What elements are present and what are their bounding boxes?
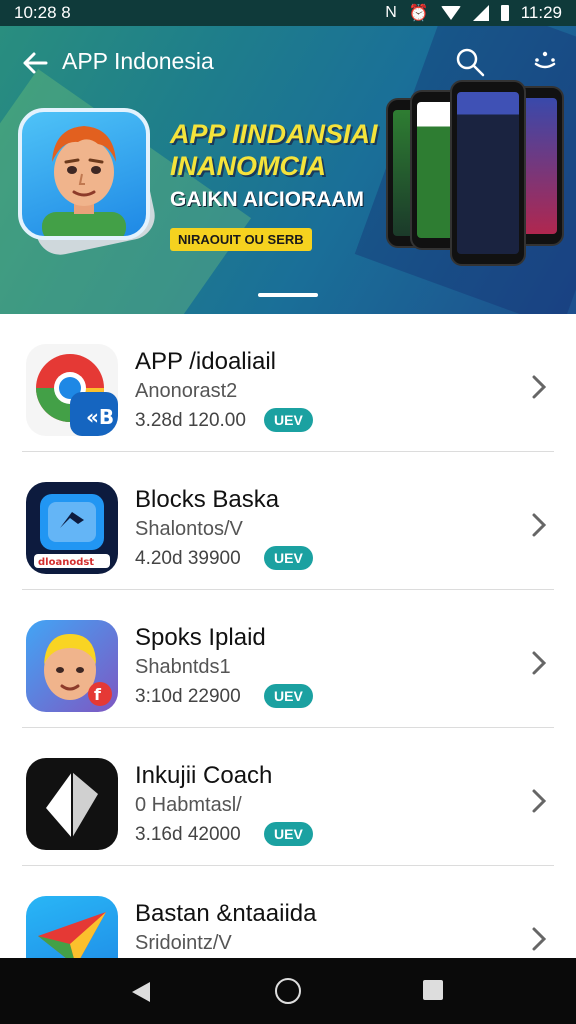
- app-subtitle: Shabntds1: [135, 656, 231, 678]
- app-list: «B APP /idoaliail Anonorast2 3.28d 120.0…: [0, 314, 576, 958]
- chevron-right-icon: [532, 789, 547, 813]
- chevron-right-icon: [532, 513, 547, 537]
- banner-text: APP IINDANSIAI INANOMCIA GAIKN AICIORAAM…: [170, 118, 378, 251]
- nav-home-icon[interactable]: [275, 978, 301, 1004]
- banner-badge: NIRAOUIT OU SERB: [170, 228, 312, 251]
- chrome-like-icon: «B: [26, 344, 118, 436]
- app-subtitle: Shalontos/V: [135, 518, 243, 540]
- app-title: Bastan &ntaaiida: [135, 900, 317, 927]
- more-icon[interactable]: [530, 48, 560, 78]
- banner-subheadline: GAIKN AICIORAAM: [170, 188, 365, 211]
- app-badge: UEV: [264, 684, 313, 708]
- phone-mockup: [450, 80, 526, 266]
- avatar-app-icon: f: [26, 620, 118, 712]
- signal-icon: [472, 5, 489, 21]
- wifi-icon: [440, 6, 461, 20]
- search-icon[interactable]: [454, 46, 486, 78]
- banner-avatar: [16, 108, 160, 260]
- battery-icon: [500, 5, 509, 21]
- list-item[interactable]: dloanodst Blocks Baska Shalontos/V 4.20d…: [0, 452, 576, 590]
- status-bar: 10:28 8 N ⏰ 11:29: [0, 0, 576, 26]
- chevron-right-icon: [532, 927, 547, 951]
- status-time-right: 11:29: [520, 3, 562, 22]
- app-subtitle: Anonorast2: [135, 380, 238, 402]
- app-title: Blocks Baska: [135, 486, 280, 513]
- list-item[interactable]: Inkujii Coach 0 Habmtasl/ 3.16d 42000 UE…: [0, 728, 576, 866]
- app-meta: 4.20d 39900: [135, 548, 241, 569]
- header-banner: 10:28 8 N ⏰ 11:29 APP Indonesia APP IIND…: [0, 0, 576, 314]
- nav-back-icon[interactable]: [130, 980, 152, 1004]
- app-badge: UEV: [264, 546, 313, 570]
- arrow-left-icon[interactable]: [20, 48, 50, 78]
- list-item[interactable]: Bastan &ntaaiida Sridointz/V: [0, 866, 576, 958]
- app-title: Inkujii Coach: [135, 762, 273, 789]
- status-time-left: 10:28 8: [14, 3, 71, 22]
- banner-phones-image: [380, 80, 570, 270]
- banner-headline-1: APP IINDANSIAI: [170, 119, 378, 149]
- app-meta: 3:10d 22900: [135, 686, 241, 707]
- chevron-right-icon: [532, 375, 547, 399]
- app-meta: 3.16d 42000: [135, 824, 241, 845]
- carousel-indicator: [258, 293, 318, 297]
- alarm-icon: ⏰: [408, 5, 429, 22]
- toolbar: APP Indonesia: [0, 26, 576, 96]
- list-item[interactable]: «B APP /idoaliail Anonorast2 3.28d 120.0…: [0, 314, 576, 452]
- nfc-icon: N: [385, 4, 397, 21]
- paper-plane-icon: [26, 896, 118, 958]
- list-item[interactable]: f Spoks Iplaid Shabntds1 3:10d 22900 UEV: [0, 590, 576, 728]
- page-title: APP Indonesia: [62, 48, 214, 74]
- chevron-right-icon: [532, 651, 547, 675]
- app-badge: UEV: [264, 822, 313, 846]
- svg-text:f: f: [94, 685, 102, 704]
- app-title: APP /idoaliail: [135, 348, 276, 375]
- cartoon-face-icon: [42, 126, 126, 236]
- svg-text:«B: «B: [86, 405, 114, 429]
- nav-recents-icon[interactable]: [423, 980, 443, 1000]
- svg-text:dloanodst: dloanodst: [38, 557, 94, 568]
- system-nav-bar: [0, 958, 576, 1024]
- banner-headline-2: INANOMCIA: [170, 151, 326, 181]
- app-subtitle: 0 Habmtasl/: [135, 794, 242, 816]
- app-title: Spoks Iplaid: [135, 624, 266, 651]
- app-badge: UEV: [264, 408, 313, 432]
- blocks-icon: dloanodst: [26, 482, 118, 574]
- app-subtitle: Sridointz/V: [135, 932, 232, 954]
- paper-fold-icon: [26, 758, 118, 850]
- app-meta: 3.28d 120.00: [135, 410, 246, 431]
- status-icons: N ⏰ 11:29: [385, 3, 562, 23]
